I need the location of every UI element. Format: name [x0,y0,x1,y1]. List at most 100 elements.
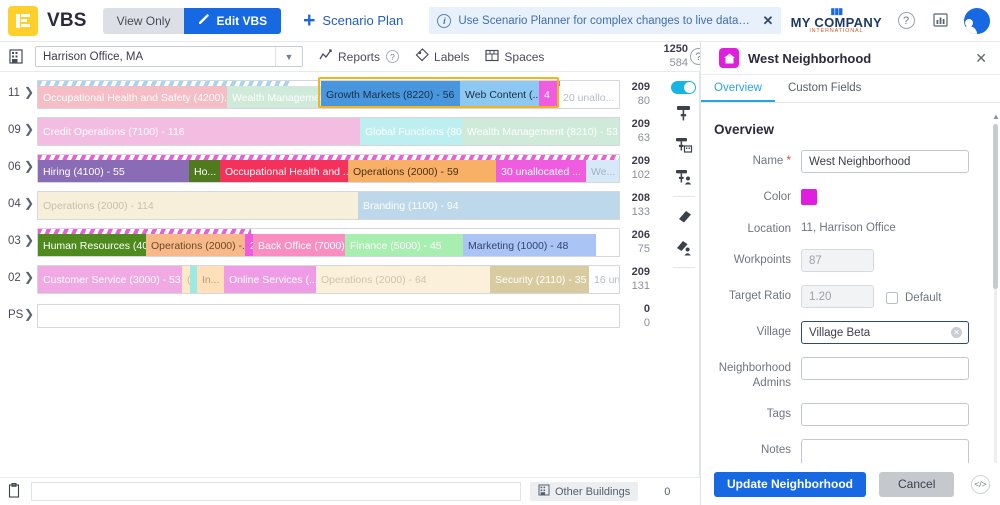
location-value: 11, Harrison Office [801,222,896,234]
allocation-segment[interactable]: 2 [245,234,253,256]
allocation-segment[interactable]: We... [586,160,619,182]
question-mark-icon[interactable]: ? [386,50,400,63]
row-track[interactable]: Hiring (4100) - 55 Ho... Occupational Heal… [37,154,620,183]
target-ratio-input[interactable] [801,285,874,309]
update-neighborhood-button[interactable]: Update Neighborhood [714,471,866,497]
allocation-segment[interactable]: Occupational Health and Safety (4200)... [38,86,227,108]
allocation-segment[interactable]: Wealth Management... [227,86,321,108]
allocation-segment[interactable]: Customer Service (3000) - 53 [38,266,182,293]
grid-row: 04 ❯ Operations (2000) - 114 Branding (1100… [0,187,668,224]
cancel-button[interactable]: Cancel [879,471,955,497]
tags-input[interactable] [801,403,969,427]
workpoints-input[interactable] [801,249,874,273]
chevron-down-icon: ▼ [284,51,294,62]
user-avatar-icon[interactable] [964,7,990,34]
row-track[interactable]: Occupational Health and Safety (4200)...… [37,80,620,109]
allocation-segment[interactable]: Security (2110) - 35 [490,266,589,293]
row-track[interactable] [37,304,620,328]
paint-roller-person-icon[interactable] [671,163,697,190]
allocation-segment[interactable]: Finance (5000) - 45 [345,234,463,256]
default-checkbox[interactable] [886,292,898,305]
allocation-segment[interactable] [596,234,619,256]
question-mark-icon: ? [897,12,915,29]
close-icon[interactable]: ✕ [975,50,987,67]
panel-scrollbar[interactable]: ▲ ▼ [992,112,1000,497]
chevron-right-icon[interactable]: ❯ [24,122,34,136]
allocation-segment[interactable]: Occupational Health and ... [220,160,348,182]
field-location: Location 11, Harrison Office [701,218,1000,236]
neighborhood-admins-input[interactable] [801,357,969,381]
allocation-segment[interactable]: Operations (2000) - 59 [348,160,496,182]
row-count-used: 63 [637,132,650,145]
allocation-segment[interactable]: Back Office (7000) - 37 [253,234,345,256]
clipboard-icon[interactable] [8,482,20,501]
allocation-segment[interactable]: 20 unallo... [558,86,619,108]
top-navigation-bar: VBS View Only Edit VBS + Scenario Plan i… [0,0,1000,42]
chevron-right-icon[interactable]: ❯ [24,85,34,99]
view-only-button[interactable]: View Only [102,7,185,34]
info-banner: i Use Scenario Planner for complex chang… [429,7,782,34]
allocation-segment[interactable]: 30 unallocated ... [496,160,586,182]
other-buildings-button[interactable]: Other Buildings [530,482,639,501]
paint-roller-icon[interactable] [671,99,697,126]
reports-dashboard-button[interactable] [930,11,950,31]
row-track[interactable]: Customer Service (3000) - 53( In...Online… [37,265,620,294]
row-track[interactable]: Credit Operations (7100) - 116 Global Fun… [37,117,620,146]
name-input[interactable] [801,150,969,173]
details-panel: West Neighborhood ✕ Overview Custom Fiel… [700,42,1000,505]
chevron-right-icon[interactable]: ❯ [24,159,34,173]
allocation-segment[interactable]: 16 una... [589,266,619,293]
tab-custom-fields[interactable]: Custom Fields [775,75,875,102]
eraser-icon[interactable] [671,202,697,229]
color-swatch[interactable] [801,189,817,205]
allocation-segment[interactable]: Wealth Management (8210) - 53 [462,118,619,145]
chevron-right-icon[interactable]: ❯ [24,270,34,284]
allocation-segment[interactable]: Web Content (... [460,81,539,108]
row-track[interactable]: Human Resources (40... Operations (2000) … [37,228,620,257]
row-counter: 00 [644,302,650,331]
allocation-segment[interactable]: Growth Markets (8220) - 56 [321,81,460,108]
allocation-segment[interactable]: Operations (2000) - 114 [38,192,358,219]
allocation-segment[interactable]: Global Functions (8000... [360,118,462,145]
rail-toggle-switch[interactable] [671,81,696,94]
allocation-segment[interactable]: Marketing (1000) - 48 [463,234,596,256]
allocation-segment[interactable]: Operations (2000) -... [146,234,245,256]
scrollbar-thumb[interactable] [993,124,998,289]
close-icon[interactable]: ✕ [762,13,773,29]
reports-menu-item[interactable]: Reports ? [319,48,400,65]
code-icon[interactable]: </> [971,474,990,494]
panel-tabs: Overview Custom Fields [701,75,1000,103]
eraser-person-icon[interactable] [671,234,697,261]
chevron-right-icon[interactable]: ❯ [24,196,34,210]
row-track[interactable]: Operations (2000) - 114 Branding (1100) -… [37,191,620,220]
edit-vbs-button[interactable]: Edit VBS [184,7,282,34]
paint-roller-building-icon[interactable] [671,131,697,158]
scroll-up-icon[interactable]: ▲ [992,112,1000,121]
labels-menu-item[interactable]: Labels [415,48,469,65]
row-counter: 209 63 [632,117,650,146]
location-select-value: Harrison Office, MA [43,50,144,63]
village-input[interactable] [801,321,969,345]
allocation-segment[interactable] [190,266,197,293]
allocation-segment[interactable]: 4 [539,81,558,108]
allocation-segment[interactable]: ( [182,266,190,293]
panel-header: West Neighborhood ✕ [701,42,1000,75]
tab-overview[interactable]: Overview [701,75,775,102]
unassigned-track[interactable] [31,482,521,501]
allocation-segment[interactable]: Human Resources (40... [38,234,146,256]
allocation-segment[interactable]: Operations (2000) - 64 [316,266,490,293]
allocation-segment[interactable]: In... [197,266,224,293]
allocation-segment[interactable]: Ho... [189,160,220,182]
location-select[interactable]: Harrison Office, MA ▼ [35,46,303,67]
allocation-segment[interactable]: Credit Operations (7100) - 116 [38,118,360,145]
allocation-segment[interactable]: Branding (1100) - 94 [358,192,619,219]
brand-name: MY COMPANY [790,14,882,30]
required-marker: * [786,155,791,167]
spaces-menu-item[interactable]: Spaces [485,49,544,65]
chevron-right-icon[interactable]: ❯ [24,307,34,321]
allocation-segment[interactable]: Online Services (... [224,266,316,293]
help-button[interactable]: ? [896,11,916,31]
scenario-plan-button[interactable]: + Scenario Plan [303,10,403,31]
chevron-right-icon[interactable]: ❯ [24,233,34,247]
allocation-segment[interactable]: Hiring (4100) - 55 [38,160,189,182]
